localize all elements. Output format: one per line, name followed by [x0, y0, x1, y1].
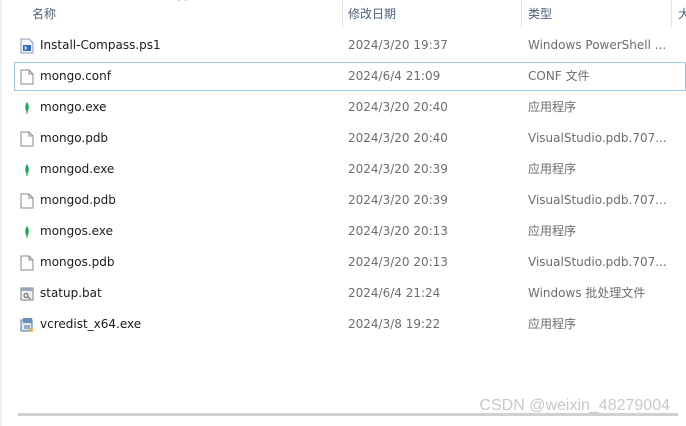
file-type: 应用程序	[528, 317, 577, 331]
file-modified-date: 2024/3/20 20:13	[348, 224, 448, 238]
file-row-mongo-conf[interactable]: mongo.conf 2024/6/4 21:09 CONF 文件	[14, 62, 686, 91]
blank-file-icon	[20, 193, 34, 209]
file-row-mongod-pdb[interactable]: mongod.pdb 2024/3/20 20:39 VisualStudio.…	[14, 186, 686, 215]
file-name: statup.bat	[40, 286, 102, 300]
file-row-mongos-exe[interactable]: mongos.exe 2024/3/20 20:13 应用程序	[14, 217, 686, 246]
file-modified-date: 2024/3/20 20:13	[348, 255, 448, 269]
batch-file-icon	[20, 286, 34, 302]
column-header-name-label: 名称	[32, 7, 57, 21]
file-modified-date: 2024/3/20 20:40	[348, 100, 448, 114]
column-header-size-label: 大	[678, 7, 686, 21]
file-type: CONF 文件	[528, 69, 590, 83]
file-row-install-compass-ps1[interactable]: Install-Compass.ps1 2024/3/20 19:37 Wind…	[14, 31, 686, 60]
powershell-script-icon	[20, 38, 34, 54]
file-row-statup-bat[interactable]: statup.bat 2024/6/4 21:24 Windows 批处理文件	[14, 279, 686, 308]
file-row-mongo-exe[interactable]: mongo.exe 2024/3/20 20:40 应用程序	[14, 93, 686, 122]
file-modified-date: 2024/3/20 20:39	[348, 162, 448, 176]
file-name: mongo.pdb	[40, 131, 109, 145]
file-modified-date: 2024/3/8 19:22	[348, 317, 441, 331]
file-type: Windows PowerShell ...	[528, 38, 667, 52]
file-type: VisualStudio.pdb.707...	[528, 131, 667, 145]
file-row-mongo-pdb[interactable]: mongo.pdb 2024/3/20 20:40 VisualStudio.p…	[14, 124, 686, 153]
file-type: 应用程序	[528, 162, 577, 176]
file-name: mongos.exe	[40, 224, 113, 238]
file-modified-date: 2024/3/20 19:37	[348, 38, 448, 52]
file-type: 应用程序	[528, 224, 577, 238]
watermark-text: CSDN @weixin_48279004	[479, 397, 670, 414]
file-type: Windows 批处理文件	[528, 286, 646, 300]
file-modified-date: 2024/3/20 20:40	[348, 131, 448, 145]
mongodb-leaf-icon	[20, 224, 34, 240]
file-name: mongod.pdb	[40, 193, 116, 207]
file-name: vcredist_x64.exe	[40, 317, 142, 331]
file-type: 应用程序	[528, 100, 577, 114]
file-name: mongod.exe	[40, 162, 115, 176]
file-row-vcredist-x64-exe[interactable]: vcredist_x64.exe 2024/3/8 19:22 应用程序	[14, 310, 686, 339]
blank-file-icon	[20, 255, 34, 271]
column-header-date-label: 修改日期	[348, 7, 397, 21]
window-left-edge	[0, 0, 2, 426]
installer-icon	[20, 317, 34, 333]
file-type: VisualStudio.pdb.707...	[528, 193, 667, 207]
file-name: mongo.conf	[40, 69, 111, 83]
file-name: mongo.exe	[40, 100, 107, 114]
column-header-bar: 名称 ^ 修改日期 类型 大	[0, 0, 686, 28]
file-modified-date: 2024/3/20 20:39	[348, 193, 448, 207]
column-header-type-label: 类型	[528, 7, 553, 21]
file-type: VisualStudio.pdb.707...	[528, 255, 667, 269]
blank-file-icon	[20, 131, 34, 147]
file-modified-date: 2024/6/4 21:24	[348, 286, 441, 300]
file-name: Install-Compass.ps1	[40, 38, 161, 52]
file-modified-date: 2024/6/4 21:09	[348, 69, 441, 83]
mongodb-leaf-icon	[20, 162, 34, 178]
file-row-mongod-exe[interactable]: mongod.exe 2024/3/20 20:39 应用程序	[14, 155, 686, 184]
file-name: mongos.pdb	[40, 255, 115, 269]
column-header-size[interactable]: 大	[672, 0, 686, 28]
mongodb-leaf-icon	[20, 100, 34, 116]
file-row-mongos-pdb[interactable]: mongos.pdb 2024/3/20 20:13 VisualStudio.…	[14, 248, 686, 277]
column-header-type[interactable]: 类型	[522, 0, 672, 28]
sort-ascending-icon: ^	[176, 0, 189, 8]
column-header-date[interactable]: 修改日期	[342, 0, 522, 28]
blank-file-icon	[20, 69, 34, 85]
